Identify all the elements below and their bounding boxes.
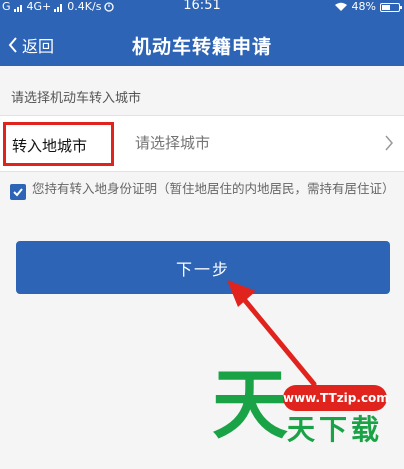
nav-bar: 返回 机动车转籍申请: [0, 24, 404, 66]
section-label: 请选择机动车转入城市: [11, 91, 142, 106]
next-step-button[interactable]: 下一步: [16, 241, 390, 294]
watermark-text: 天下载: [287, 413, 384, 446]
consent-text: 您持有转入地身份证明（暂住地居住的内地居民，需持有居住证）: [32, 181, 395, 196]
wifi-icon: [334, 2, 347, 11]
city-label: 转入地城市: [12, 137, 88, 155]
battery-percent: 48%: [351, 0, 376, 13]
watermark-logo: 天: [212, 360, 288, 449]
chevron-right-icon: [385, 135, 393, 151]
city-select-input[interactable]: [135, 134, 335, 152]
battery-icon: [380, 2, 402, 12]
battery-fill: [382, 4, 390, 10]
app-header: G 4G+ 0.4K/s 16:51 48% 返回 机动车转籍申请: [0, 0, 404, 66]
city-select-row[interactable]: 转入地城市: [0, 115, 404, 172]
consent-checkbox[interactable]: [10, 184, 26, 200]
watermark-url: www.TTzip.com: [283, 385, 389, 411]
status-right: 48%: [334, 0, 402, 14]
page-title: 机动车转籍申请: [131, 36, 272, 58]
check-icon: [13, 188, 23, 197]
status-bar: G 4G+ 0.4K/s 16:51 48%: [0, 0, 404, 14]
